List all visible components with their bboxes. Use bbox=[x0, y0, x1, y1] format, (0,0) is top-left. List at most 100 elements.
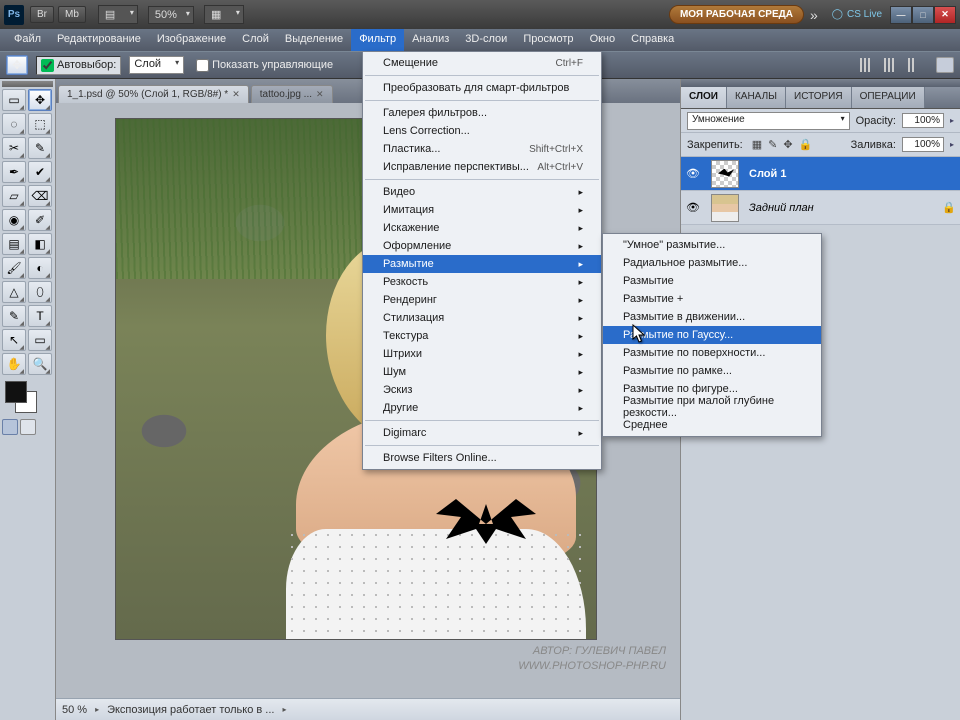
filter-item[interactable]: Видео bbox=[363, 183, 601, 201]
filter-item[interactable]: Шум bbox=[363, 363, 601, 381]
tool-19[interactable]: T◢ bbox=[28, 305, 52, 327]
menu-фильтр[interactable]: Фильтр bbox=[351, 29, 404, 51]
opacity-arrow-icon[interactable]: ▸ bbox=[950, 116, 954, 125]
filter-item[interactable]: Другие bbox=[363, 399, 601, 417]
tool-3[interactable]: ⬚◢ bbox=[28, 113, 52, 135]
filter-item[interactable]: Browse Filters Online... bbox=[363, 449, 601, 467]
workspace-more-icon[interactable]: » bbox=[810, 7, 818, 23]
foreground-color[interactable] bbox=[5, 381, 27, 403]
filter-item[interactable]: Оформление bbox=[363, 237, 601, 255]
maximize-button[interactable]: □ bbox=[912, 6, 934, 24]
blur-item[interactable]: Размытие при малой глубине резкости... bbox=[603, 398, 821, 416]
filter-item[interactable]: Галерея фильтров... bbox=[363, 104, 601, 122]
status-more-icon[interactable]: ▸ bbox=[282, 705, 286, 714]
tool-9[interactable]: ⌫◢ bbox=[28, 185, 52, 207]
screen-mode-combo[interactable]: ▤ bbox=[98, 5, 138, 24]
tool-1[interactable]: ✥◢ bbox=[28, 89, 52, 111]
align-buttons[interactable] bbox=[860, 58, 914, 72]
document-tab-1[interactable]: tattoo.jpg ...✕ bbox=[251, 85, 333, 103]
tool-0[interactable]: ▭◢ bbox=[2, 89, 26, 111]
filter-item[interactable]: Исправление перспективы...Alt+Ctrl+V bbox=[363, 158, 601, 176]
panel-toggle-button[interactable] bbox=[936, 57, 954, 73]
filter-item[interactable]: Эскиз bbox=[363, 381, 601, 399]
cslive-button[interactable]: CS Live bbox=[832, 9, 882, 20]
tool-23[interactable]: 🔍◢ bbox=[28, 353, 52, 375]
layer-name[interactable]: Слой 1 bbox=[749, 168, 956, 180]
filter-item[interactable]: Штрихи bbox=[363, 345, 601, 363]
tool-6[interactable]: ✒◢ bbox=[2, 161, 26, 183]
menu-просмотр[interactable]: Просмотр bbox=[515, 29, 581, 51]
workspace-label[interactable]: МОЯ РАБОЧАЯ СРЕДА bbox=[669, 5, 804, 24]
standard-mode-button[interactable] bbox=[2, 419, 18, 435]
zoom-combo[interactable]: 50% bbox=[148, 6, 194, 24]
menu-анализ[interactable]: Анализ bbox=[404, 29, 457, 51]
visibility-icon[interactable]: 👁 bbox=[685, 201, 701, 214]
filter-item[interactable]: Рендеринг bbox=[363, 291, 601, 309]
arrange-combo[interactable]: ▦ bbox=[204, 5, 244, 24]
menu-слой[interactable]: Слой bbox=[234, 29, 277, 51]
tool-14[interactable]: 🖌◢ bbox=[2, 257, 26, 279]
tool-8[interactable]: ▱◢ bbox=[2, 185, 26, 207]
blur-item[interactable]: "Умное" размытие... bbox=[603, 236, 821, 254]
tool-15[interactable]: ◐◢ bbox=[28, 257, 52, 279]
tool-13[interactable]: ◧◢ bbox=[28, 233, 52, 255]
menu-изображение[interactable]: Изображение bbox=[149, 29, 234, 51]
close-button[interactable]: ✕ bbox=[934, 6, 956, 24]
visibility-icon[interactable]: 👁 bbox=[685, 167, 701, 180]
tool-16[interactable]: △◢ bbox=[2, 281, 26, 303]
quickmask-mode-button[interactable] bbox=[20, 419, 36, 435]
menu-справка[interactable]: Справка bbox=[623, 29, 682, 51]
blend-mode-select[interactable]: Умножение bbox=[687, 112, 850, 130]
show-transform-controls[interactable]: Показать управляющие bbox=[192, 57, 337, 74]
filter-item[interactable]: Текстура bbox=[363, 327, 601, 345]
tool-7[interactable]: ✔◢ bbox=[28, 161, 52, 183]
filter-item[interactable]: Lens Correction... bbox=[363, 122, 601, 140]
status-arrow-icon[interactable]: ▸ bbox=[95, 705, 99, 714]
bridge-button[interactable]: Br bbox=[30, 6, 54, 23]
tool-4[interactable]: ✂◢ bbox=[2, 137, 26, 159]
menu-редактирование[interactable]: Редактирование bbox=[49, 29, 149, 51]
blur-item[interactable]: Размытие + bbox=[603, 290, 821, 308]
menu-файл[interactable]: Файл bbox=[6, 29, 49, 51]
blur-item[interactable]: Радиальное размытие... bbox=[603, 254, 821, 272]
tool-18[interactable]: ✎◢ bbox=[2, 305, 26, 327]
color-swatch[interactable] bbox=[2, 381, 53, 415]
filter-item[interactable]: СмещениеCtrl+F bbox=[363, 54, 601, 72]
menu-окно[interactable]: Окно bbox=[582, 29, 624, 51]
fill-arrow-icon[interactable]: ▸ bbox=[950, 140, 954, 149]
status-zoom[interactable]: 50 % bbox=[62, 704, 87, 716]
filter-item[interactable]: Преобразовать для смарт-фильтров bbox=[363, 79, 601, 97]
filter-item[interactable]: Пластика...Shift+Ctrl+X bbox=[363, 140, 601, 158]
layer-name[interactable]: Задний план bbox=[749, 202, 932, 214]
autoselect-kind-select[interactable]: Слой bbox=[129, 56, 184, 74]
document-tab-0[interactable]: 1_1.psd @ 50% (Слой 1, RGB/8#) *✕ bbox=[58, 85, 249, 103]
panel-tab-история[interactable]: ИСТОРИЯ bbox=[786, 87, 852, 108]
filter-item[interactable]: Стилизация bbox=[363, 309, 601, 327]
layer-row-0[interactable]: 👁 Слой 1 bbox=[681, 157, 960, 191]
filter-item[interactable]: Резкость bbox=[363, 273, 601, 291]
tool-12[interactable]: ▤◢ bbox=[2, 233, 26, 255]
filter-item[interactable]: Digimarc bbox=[363, 424, 601, 442]
filter-item[interactable]: Искажение bbox=[363, 219, 601, 237]
tool-21[interactable]: ▭◢ bbox=[28, 329, 52, 351]
lock-icons[interactable]: ▦✎✥🔒 bbox=[749, 138, 816, 151]
filter-item[interactable]: Размытие bbox=[363, 255, 601, 273]
tool-2[interactable]: ◌◢ bbox=[2, 113, 26, 135]
filter-item[interactable]: Имитация bbox=[363, 201, 601, 219]
tool-22[interactable]: ✋◢ bbox=[2, 353, 26, 375]
autoselect-checkbox[interactable]: Автовыбор: bbox=[36, 56, 121, 75]
blur-item[interactable]: Размытие по поверхности... bbox=[603, 344, 821, 362]
blur-item[interactable]: Размытие bbox=[603, 272, 821, 290]
blur-item[interactable]: Размытие по рамке... bbox=[603, 362, 821, 380]
fill-value[interactable]: 100% bbox=[902, 137, 944, 152]
panel-tab-каналы[interactable]: КАНАЛЫ bbox=[727, 87, 786, 108]
tool-10[interactable]: ◉◢ bbox=[2, 209, 26, 231]
layer-row-1[interactable]: 👁Задний план🔒 bbox=[681, 191, 960, 225]
tool-17[interactable]: ⬯◢ bbox=[28, 281, 52, 303]
layer-thumbnail[interactable] bbox=[711, 160, 739, 188]
close-tab-icon[interactable]: ✕ bbox=[316, 89, 324, 100]
tool-5[interactable]: ✎◢ bbox=[28, 137, 52, 159]
panel-tab-операции[interactable]: ОПЕРАЦИИ bbox=[852, 87, 925, 108]
menu-3d-слои[interactable]: 3D-слои bbox=[457, 29, 515, 51]
minimize-button[interactable]: — bbox=[890, 6, 912, 24]
